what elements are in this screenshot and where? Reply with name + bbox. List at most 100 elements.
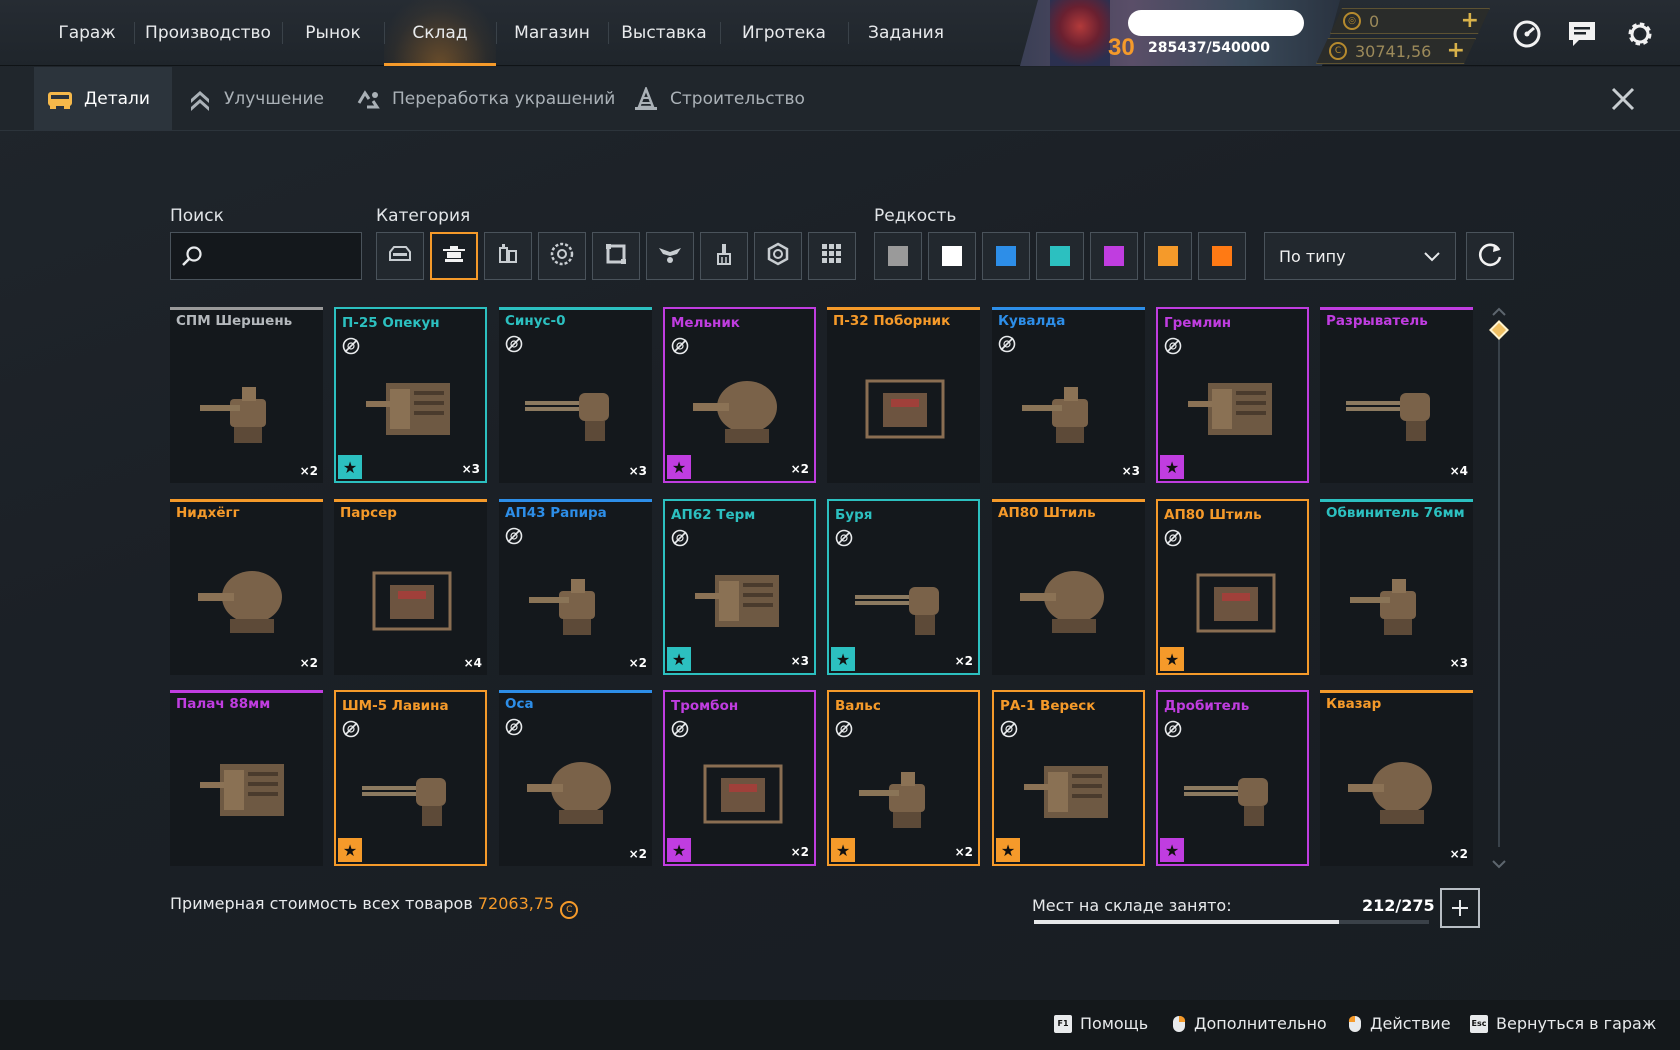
rarity-button-rare[interactable]: [982, 232, 1030, 280]
close-icon[interactable]: [1610, 86, 1636, 112]
item-name: П-32 Поборник: [833, 313, 951, 329]
star-icon: ★: [1160, 455, 1184, 479]
item-card[interactable]: Палач 88мм: [170, 690, 323, 866]
category-button-frame[interactable]: [592, 232, 640, 280]
speedometer-icon[interactable]: [1511, 18, 1543, 50]
hint-help[interactable]: F1 Помощь: [1054, 1014, 1148, 1033]
category-button-module[interactable]: [484, 232, 532, 280]
item-card[interactable]: РА-1 Вереск ★: [992, 690, 1145, 866]
nav-tab-5[interactable]: Выставка: [608, 0, 720, 66]
not-sellable-icon: [1164, 720, 1182, 738]
nav-tab-7[interactable]: Задания: [848, 0, 964, 66]
item-name: Разрыватель: [1326, 313, 1428, 329]
item-name: Буря: [835, 507, 873, 523]
wheel-icon: [550, 242, 574, 270]
item-card[interactable]: Тромбон ★ ×2: [663, 690, 816, 866]
item-card[interactable]: Вальс ★ ×2: [827, 690, 980, 866]
search-input[interactable]: [207, 233, 357, 279]
grid-scrollbar[interactable]: [1489, 307, 1509, 869]
rarity-button-epic[interactable]: [1090, 232, 1138, 280]
rarity-button-special[interactable]: [1036, 232, 1084, 280]
hint-back-to-garage[interactable]: Esc Вернуться в гараж: [1470, 1014, 1656, 1033]
rarity-button-relic[interactable]: [1198, 232, 1246, 280]
recycle-icon: [354, 85, 382, 113]
hint-action[interactable]: Действие: [1348, 1014, 1451, 1033]
reset-filters-button[interactable]: [1466, 232, 1514, 280]
rarity-button-ordinary[interactable]: [928, 232, 976, 280]
item-card[interactable]: АП80 Штиль ★: [1156, 499, 1309, 675]
tab-construction[interactable]: Строительство: [632, 67, 805, 131]
currency-coins: C 30741,56 +: [1316, 38, 1476, 64]
item-card[interactable]: АП80 Штиль: [992, 499, 1145, 675]
tab-parts[interactable]: Детали: [34, 67, 172, 131]
sort-dropdown[interactable]: По типу: [1264, 232, 1456, 280]
nav-tab-3[interactable]: Склад: [384, 0, 496, 66]
item-name: АП62 Терм: [671, 507, 756, 523]
scroll-up-icon[interactable]: [1492, 307, 1506, 317]
item-quantity: ×2: [628, 656, 647, 670]
search-field[interactable]: [170, 232, 362, 280]
item-card[interactable]: П-32 Поборник: [827, 307, 980, 483]
item-image: [849, 541, 962, 651]
star-icon: ★: [1160, 647, 1184, 671]
storage-label: Мест на складе занято:: [1032, 896, 1232, 915]
rarity-button-legendary[interactable]: [1144, 232, 1192, 280]
hint-more[interactable]: Дополнительно: [1172, 1014, 1327, 1033]
item-card[interactable]: Синус-0 ×3: [499, 307, 652, 483]
item-card[interactable]: Нидхёгг ×2: [170, 499, 323, 675]
item-card[interactable]: СПМ Шершень ×2: [170, 307, 323, 483]
item-name: Вальс: [835, 698, 881, 714]
star-icon: ★: [667, 838, 691, 862]
category-button-all-grid[interactable]: [808, 232, 856, 280]
item-card[interactable]: Дробитель ★: [1156, 690, 1309, 866]
item-quantity: ×4: [1449, 464, 1468, 478]
item-name: Парсер: [340, 505, 397, 521]
not-sellable-icon: [505, 718, 523, 736]
rarity-button-common[interactable]: [874, 232, 922, 280]
item-card[interactable]: Гремлин ★: [1156, 307, 1309, 483]
item-card[interactable]: ШМ-5 Лавина ★: [334, 690, 487, 866]
scroll-down-icon[interactable]: [1492, 859, 1506, 869]
item-card[interactable]: Квазар ×2: [1320, 690, 1473, 866]
nav-tab-0[interactable]: Гараж: [40, 0, 134, 66]
item-card[interactable]: Парсер ×4: [334, 499, 487, 675]
all-grid-icon: [821, 243, 843, 269]
item-quantity: ×2: [1449, 847, 1468, 861]
nav-tab-2[interactable]: Рынок: [282, 0, 384, 66]
category-button-paint[interactable]: [700, 232, 748, 280]
expand-storage-button[interactable]: [1440, 888, 1480, 928]
item-card[interactable]: Обвинитель 76мм ×3: [1320, 499, 1473, 675]
item-card[interactable]: Кувалда ×3: [992, 307, 1145, 483]
tab-upgrade[interactable]: Улучшение: [186, 67, 324, 131]
hexnut-icon: [766, 242, 790, 270]
item-quantity: ×2: [790, 462, 809, 476]
main-nav: Гараж Производство Рынок Склад Магазин Выстав…: [40, 0, 964, 66]
mouse-right-click-icon: [1172, 1015, 1186, 1033]
category-button-cabin[interactable]: [376, 232, 424, 280]
category-button-wheel[interactable]: [538, 232, 586, 280]
nav-tab-6[interactable]: Игротека: [720, 0, 848, 66]
item-card[interactable]: Оса ×2: [499, 690, 652, 866]
item-quantity: ×3: [628, 464, 647, 478]
item-card[interactable]: Буря ★ ×2: [827, 499, 980, 675]
nav-tab-1[interactable]: Производство: [134, 0, 282, 66]
gear-icon[interactable]: [1624, 18, 1656, 50]
scroll-thumb[interactable]: [1489, 320, 1509, 340]
item-card[interactable]: П-25 Опекун ★ ×3: [334, 307, 487, 483]
buy-coins-button[interactable]: +: [1447, 39, 1465, 63]
buy-badges-button[interactable]: +: [1461, 9, 1479, 33]
category-button-weapon[interactable]: [430, 232, 478, 280]
tab-decor-recycling[interactable]: Переработка украшений: [354, 67, 615, 131]
category-button-hexnut[interactable]: [754, 232, 802, 280]
item-card[interactable]: АП62 Терм ★ ×3: [663, 499, 816, 675]
category-button-decor[interactable]: [646, 232, 694, 280]
item-name: Оса: [505, 696, 534, 712]
nav-tab-4[interactable]: Магазин: [496, 0, 608, 66]
item-card[interactable]: АП43 Рапира ×2: [499, 499, 652, 675]
item-card[interactable]: Мельник ★ ×2: [663, 307, 816, 483]
item-image: [1014, 732, 1127, 842]
player-profile[interactable]: 30 285437/540000: [1020, 0, 1340, 66]
item-card[interactable]: Разрыватель ×4: [1320, 307, 1473, 483]
chat-icon[interactable]: [1566, 18, 1598, 50]
item-image: [1340, 730, 1453, 840]
